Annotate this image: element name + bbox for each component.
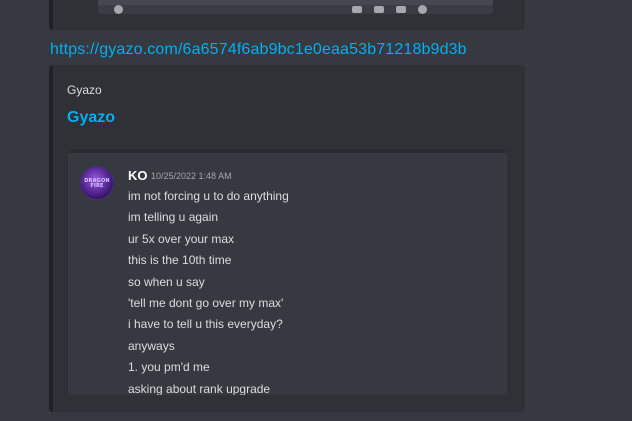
message-line: anyways [128,338,175,353]
message-line: 1. you pm'd me [128,360,210,375]
message-line: asking about rank upgrade [128,381,271,395]
embed-provider: Gyazo [67,83,102,97]
previous-embed [49,0,525,30]
message-line: 'tell me dont go over my max' [128,295,284,310]
info-icon[interactable] [418,5,427,14]
link-embed: Gyazo Gyazo DRAGON FIRE KO 10/25/2022 1:… [49,65,525,412]
file-icon[interactable] [396,6,406,13]
message-list: im not forcing u to do anything im telli… [128,189,289,395]
message-line: im not forcing u to do anything [128,189,289,203]
avatar: DRAGON FIRE [81,167,113,199]
message-line: this is the 10th time [128,253,232,268]
play-icon[interactable] [114,5,123,14]
image-icon[interactable] [352,6,362,13]
message-line: so when u say [128,274,205,289]
message-line: im telling u again [128,210,219,225]
message-line: ur 5x over your max [128,231,235,246]
message-username: KO [128,168,148,183]
message-line: i have to tell u this everyday? [128,317,283,332]
previous-embed-image[interactable] [98,0,493,14]
embed-title[interactable]: Gyazo [67,109,115,127]
grid-icon[interactable] [374,6,384,13]
image-toolbar [98,5,493,14]
gyazo-link[interactable]: https://gyazo.com/6a6574f6ab9bc1e0eaa53b… [50,41,467,59]
message-timestamp: 10/25/2022 1:48 AM [151,171,232,181]
embed-image[interactable]: DRAGON FIRE KO 10/25/2022 1:48 AM im not… [68,149,507,395]
avatar-logo-text: DRAGON FIRE [84,178,110,189]
